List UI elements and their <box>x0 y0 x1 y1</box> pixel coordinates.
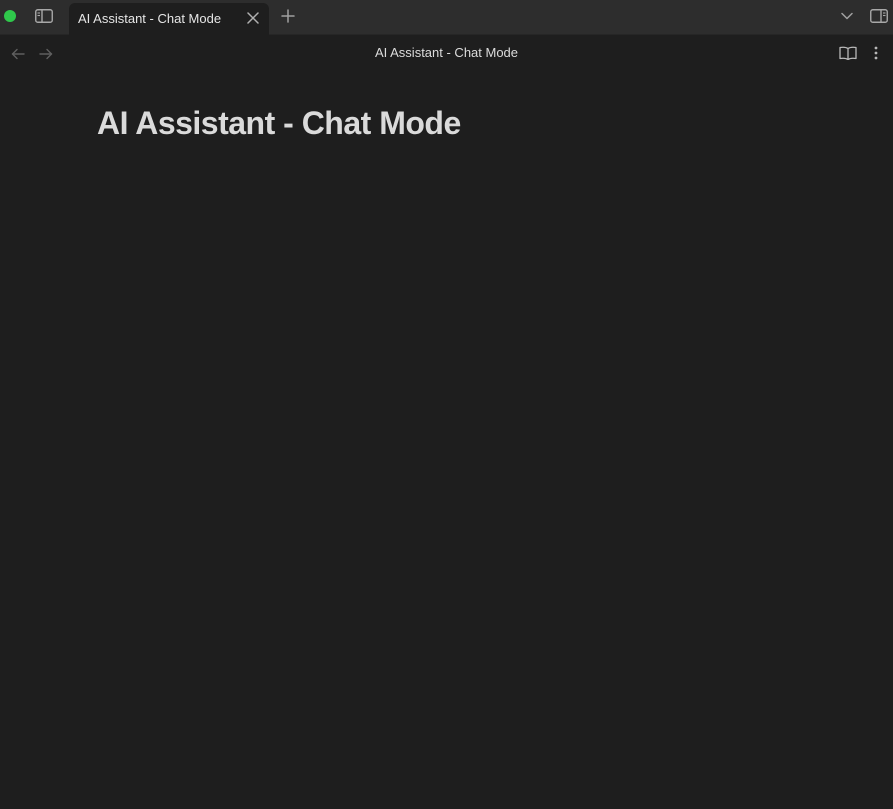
book-open-icon[interactable] <box>838 44 858 62</box>
close-icon[interactable] <box>245 10 261 26</box>
window-status-dot[interactable] <box>4 10 16 22</box>
page-title: AI Assistant - Chat Mode <box>97 105 461 141</box>
more-vertical-icon[interactable] <box>868 44 884 62</box>
document-content[interactable]: AI Assistant - Chat Mode <box>0 72 893 809</box>
plus-icon[interactable] <box>279 7 297 25</box>
view-header-title[interactable]: AI Assistant - Chat Mode <box>0 45 893 60</box>
tab-active[interactable]: AI Assistant - Chat Mode <box>69 3 269 35</box>
chevron-down-icon[interactable] <box>838 8 856 24</box>
sidebar-right-icon[interactable] <box>868 7 890 25</box>
title-bar: AI Assistant - Chat Mode <box>0 0 893 35</box>
view-header: AI Assistant - Chat Mode <box>0 35 893 72</box>
tab-label: AI Assistant - Chat Mode <box>78 11 222 26</box>
sidebar-left-icon[interactable] <box>33 7 55 25</box>
